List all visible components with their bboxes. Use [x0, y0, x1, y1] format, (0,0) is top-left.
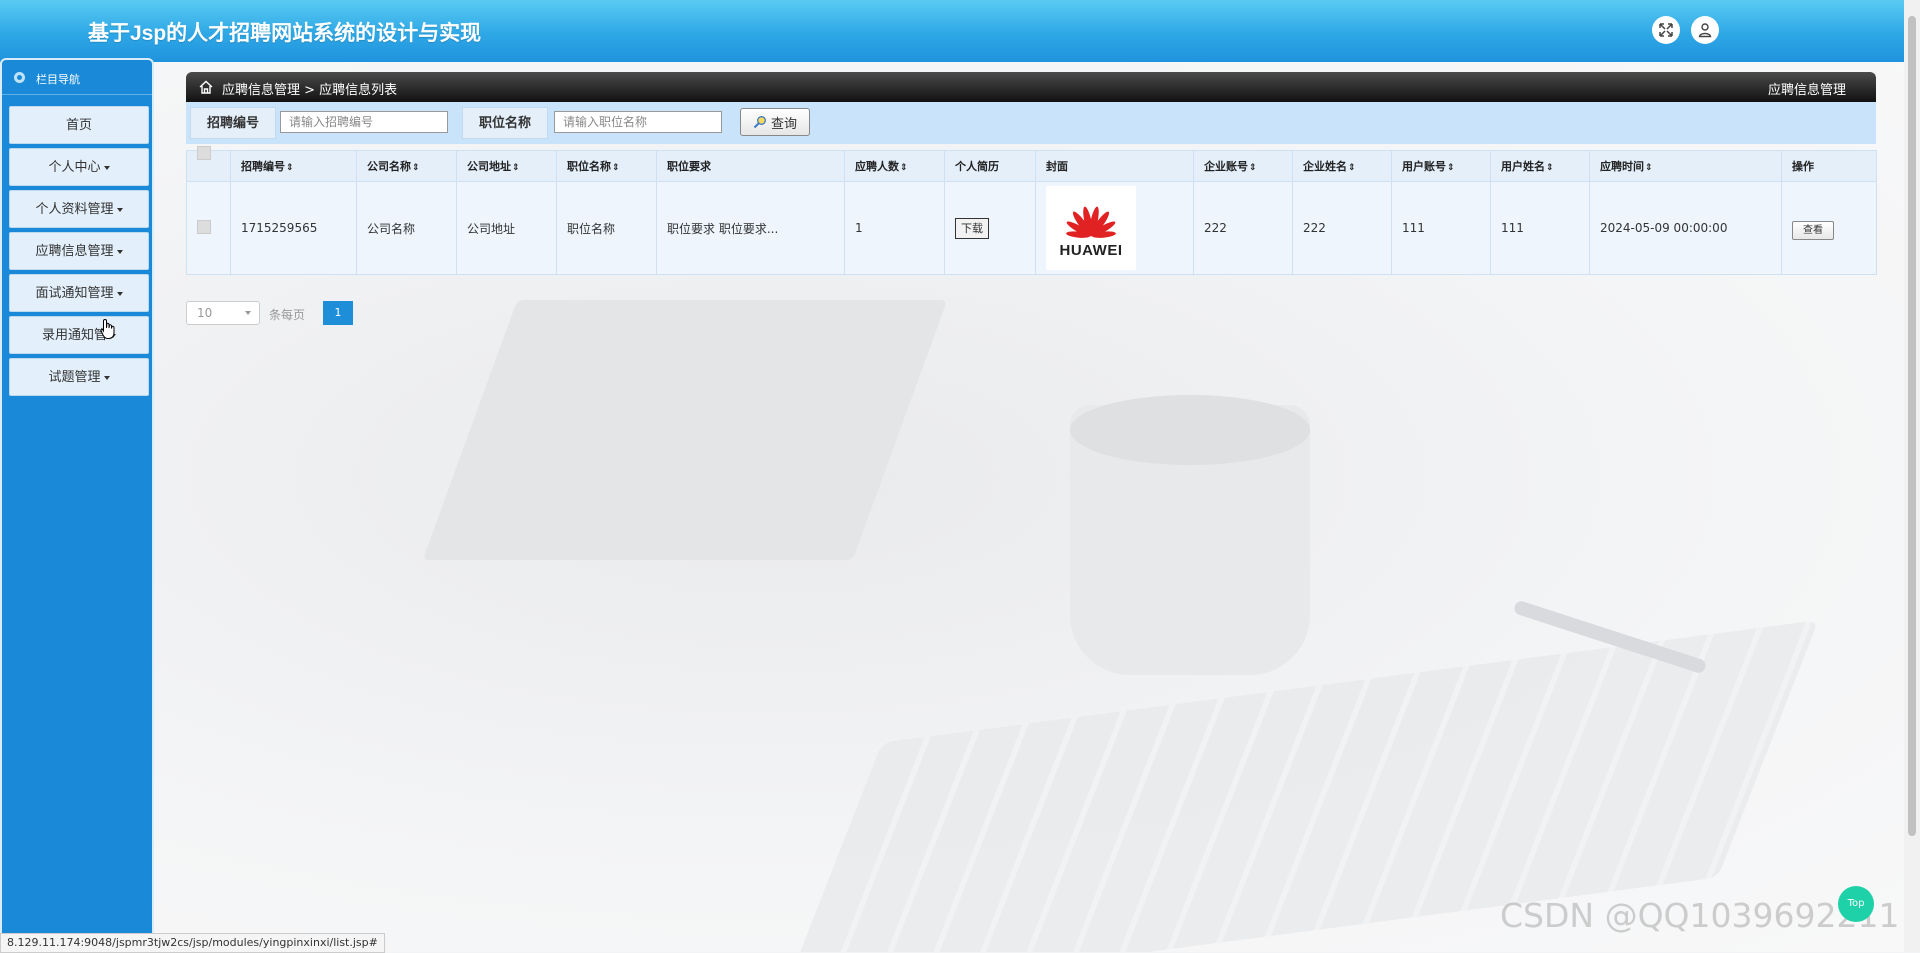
- sidebar-item-hire-notice[interactable]: 录用通知管: [9, 316, 149, 354]
- cell-company-name: 公司名称: [356, 181, 457, 275]
- user-menu-button[interactable]: [1691, 16, 1719, 44]
- sort-icon: ⇕: [612, 163, 620, 173]
- caret-down-icon: [116, 207, 123, 212]
- search-button[interactable]: 查询: [740, 108, 810, 136]
- cell-user-name: 111: [1490, 181, 1590, 275]
- recruit-number-input[interactable]: [280, 111, 448, 133]
- home-icon[interactable]: [198, 79, 214, 95]
- cover-brand-text: HUAWEI: [1059, 241, 1123, 259]
- sidebar-item-profile-management[interactable]: 个人资料管理: [9, 190, 149, 228]
- application-table: 招聘编号⇕ 公司名称⇕ 公司地址⇕ 职位名称⇕ 职位要求 应聘人数⇕ 个人简历 …: [186, 145, 1877, 275]
- sidebar-item-label: 个人资料管理: [35, 202, 114, 217]
- search-button-label: 查询: [770, 116, 797, 132]
- status-bar-url: 8.129.11.174:9048/jspmr3tjw2cs/jsp/modul…: [0, 933, 385, 953]
- table-row: 1715259565 公司名称 公司地址 职位名称 职位要求 职位要求... 1…: [186, 181, 1877, 275]
- recruit-number-label: 招聘编号: [190, 107, 276, 139]
- sidebar-item-exam-management[interactable]: 试题管理: [9, 358, 149, 396]
- caret-down-icon: [116, 249, 123, 254]
- select-all-checkbox[interactable]: [197, 145, 211, 160]
- cell-position-requirements: 职位要求 职位要求...: [656, 181, 845, 275]
- cell-applicant-count: 1: [844, 181, 945, 275]
- nav-heading-label: 栏目导航: [36, 73, 80, 86]
- column-header[interactable]: 企业姓名⇕: [1292, 150, 1392, 182]
- page-scrollbar[interactable]: [1904, 0, 1920, 952]
- cell-company-account: 222: [1193, 181, 1293, 275]
- cell-application-time: 2024-05-09 00:00:00: [1589, 181, 1782, 275]
- download-resume-button[interactable]: 下载: [955, 218, 989, 239]
- nav-heading: 栏目导航: [2, 60, 152, 95]
- sort-icon: ⇕: [1546, 163, 1554, 173]
- caret-down-icon: [103, 375, 110, 380]
- app-title: 基于Jsp的人才招聘网站系统的设计与实现: [88, 22, 482, 45]
- column-header[interactable]: 用户账号⇕: [1391, 150, 1491, 182]
- background-cup-rim: [1070, 395, 1310, 465]
- nav-dot-icon: [14, 72, 25, 83]
- column-header[interactable]: 公司名称⇕: [356, 150, 457, 182]
- fullscreen-button[interactable]: [1652, 16, 1680, 44]
- search-icon: [753, 116, 766, 129]
- column-header[interactable]: 应聘人数⇕: [844, 150, 945, 182]
- sidebar-item-label: 个人中心: [48, 160, 101, 175]
- sidebar-item-interview-notice[interactable]: 面试通知管理: [9, 274, 149, 312]
- scrollbar-thumb[interactable]: [1908, 16, 1916, 836]
- column-header: 个人简历: [944, 150, 1036, 182]
- column-header[interactable]: 公司地址⇕: [456, 150, 557, 182]
- back-to-top-button[interactable]: Top: [1838, 886, 1874, 922]
- search-form: 招聘编号 职位名称 查询: [186, 102, 1876, 144]
- chevron-down-icon: [245, 311, 251, 315]
- sort-icon: ⇕: [512, 163, 520, 173]
- select-all-checkbox-cell[interactable]: [186, 145, 231, 182]
- cell-company-address: 公司地址: [456, 181, 557, 275]
- page-size-label: 条每页: [269, 308, 306, 322]
- breadcrumb: 应聘信息管理 > 应聘信息列表 应聘信息管理: [186, 72, 1876, 102]
- sidebar-item-home[interactable]: 首页: [9, 106, 149, 144]
- sidebar-item-application-management[interactable]: 应聘信息管理: [9, 232, 149, 270]
- position-name-label: 职位名称: [462, 107, 548, 139]
- cell-recruit-number: 1715259565: [230, 181, 357, 275]
- column-header[interactable]: 职位名称⇕: [556, 150, 657, 182]
- page-size-select[interactable]: 10: [186, 301, 260, 325]
- cell-position-name: 职位名称: [556, 181, 657, 275]
- column-header[interactable]: 招聘编号⇕: [230, 150, 357, 182]
- caret-down-icon: [103, 165, 110, 170]
- column-header: 职位要求: [656, 150, 845, 182]
- cover-image[interactable]: HUAWEI: [1046, 186, 1136, 270]
- caret-down-icon: [116, 291, 123, 296]
- sidebar-item-label: 应聘信息管理: [35, 244, 114, 259]
- sidebar-nav: 栏目导航 首页 个人中心 个人资料管理 应聘信息管理 面试通知管理 录用通知管 …: [0, 58, 154, 938]
- sort-icon: ⇕: [1447, 163, 1455, 173]
- sort-icon: ⇕: [412, 163, 420, 173]
- sort-icon: ⇕: [1249, 163, 1257, 173]
- view-button[interactable]: 查看: [1792, 220, 1834, 240]
- hand-cursor-icon: [100, 318, 115, 339]
- position-name-input[interactable]: [554, 111, 722, 133]
- sidebar-item-label: 录用通知管: [41, 328, 107, 343]
- row-checkbox[interactable]: [197, 219, 211, 234]
- cell-user-account: 111: [1391, 181, 1491, 275]
- column-header: 封面: [1035, 150, 1194, 182]
- breadcrumb-path: 应聘信息管理 > 应聘信息列表: [222, 83, 398, 98]
- cell-company-person-name: 222: [1292, 181, 1392, 275]
- user-icon: [1698, 23, 1712, 38]
- sort-icon: ⇕: [900, 163, 908, 173]
- page-button-current[interactable]: 1: [323, 301, 353, 325]
- sort-icon: ⇕: [1348, 163, 1356, 173]
- sort-icon: ⇕: [286, 163, 294, 173]
- sidebar-item-personal-center[interactable]: 个人中心: [9, 148, 149, 186]
- sidebar-item-label: 试题管理: [48, 370, 101, 385]
- expand-icon: [1659, 23, 1673, 37]
- page-size-value: 10: [197, 306, 213, 320]
- sort-icon: ⇕: [1645, 163, 1653, 173]
- column-header: 操作: [1781, 150, 1877, 182]
- column-header[interactable]: 应聘时间⇕: [1589, 150, 1782, 182]
- breadcrumb-section-title: 应聘信息管理: [1767, 83, 1846, 98]
- sidebar-item-label: 首页: [65, 118, 92, 133]
- huawei-logo-icon: [1066, 206, 1116, 238]
- top-header: 基于Jsp的人才招聘网站系统的设计与实现: [0, 0, 1920, 62]
- sidebar-item-label: 面试通知管理: [35, 286, 114, 301]
- column-header[interactable]: 用户姓名⇕: [1490, 150, 1590, 182]
- column-header[interactable]: 企业账号⇕: [1193, 150, 1293, 182]
- table-header-row: 招聘编号⇕ 公司名称⇕ 公司地址⇕ 职位名称⇕ 职位要求 应聘人数⇕ 个人简历 …: [186, 145, 1877, 182]
- background-tablet: [422, 300, 948, 560]
